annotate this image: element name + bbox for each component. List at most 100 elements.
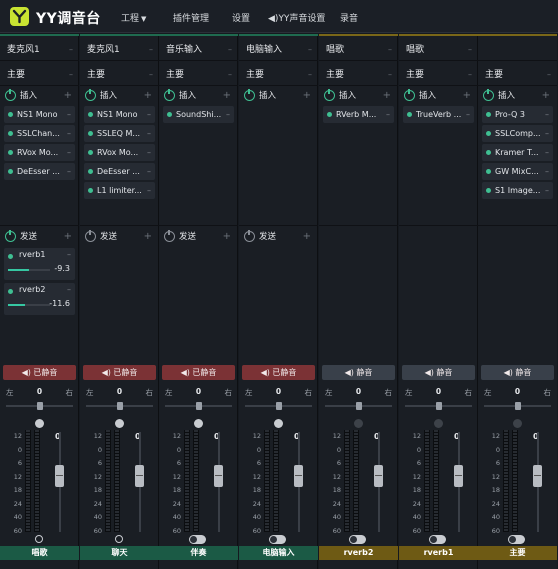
pan-slider-handle[interactable]: [436, 402, 442, 410]
menu-plugins[interactable]: 插件管理: [173, 11, 209, 24]
minus-icon[interactable]: –: [67, 106, 71, 123]
minus-icon[interactable]: –: [147, 163, 151, 180]
power-icon[interactable]: [483, 89, 494, 101]
monitor-knob[interactable]: [194, 419, 203, 428]
pan-slider-handle[interactable]: [37, 402, 43, 410]
minus-icon[interactable]: –: [67, 250, 71, 259]
plus-icon[interactable]: +: [223, 227, 231, 247]
volume-fader-handle[interactable]: [55, 465, 64, 487]
power-icon[interactable]: [244, 230, 255, 242]
power-icon[interactable]: [324, 89, 335, 101]
minus-icon[interactable]: –: [67, 125, 71, 142]
channel-toggle[interactable]: [429, 535, 446, 544]
channel-toggle[interactable]: [349, 535, 366, 544]
channel-name-select[interactable]: [478, 39, 557, 61]
pan-slider[interactable]: [86, 402, 153, 410]
send-slot[interactable]: rverb1 – -9.3: [4, 248, 75, 280]
insert-slot[interactable]: RVox Mo... –: [84, 144, 155, 161]
mute-button[interactable]: ◀) 静音: [402, 365, 475, 380]
minus-icon[interactable]: –: [545, 144, 549, 161]
send-level-slider[interactable]: [8, 269, 50, 271]
power-icon[interactable]: [85, 230, 96, 242]
mute-button[interactable]: ◀) 已静音: [83, 365, 156, 380]
plus-icon[interactable]: +: [144, 86, 152, 106]
insert-slot[interactable]: DeEsser ... –: [84, 163, 155, 180]
power-icon[interactable]: [5, 89, 16, 101]
monitor-knob[interactable]: [434, 419, 443, 428]
pan-slider[interactable]: [6, 402, 73, 410]
power-icon[interactable]: [85, 89, 96, 101]
minus-icon[interactable]: –: [147, 182, 151, 199]
insert-slot[interactable]: L1 limiter... –: [84, 182, 155, 199]
menu-project[interactable]: 工程 ▼: [121, 11, 146, 24]
power-icon[interactable]: [164, 89, 175, 101]
insert-slot[interactable]: RVox Mo... –: [4, 144, 75, 161]
send-level-slider[interactable]: [8, 304, 50, 306]
pan-slider[interactable]: [405, 402, 472, 410]
record-arm-icon[interactable]: [115, 535, 123, 543]
mute-button[interactable]: ◀) 已静音: [3, 365, 76, 380]
channel-output-select[interactable]: 主要 –: [478, 64, 557, 86]
pan-slider[interactable]: [245, 402, 312, 410]
insert-slot[interactable]: SSLComp... –: [482, 125, 553, 142]
channel-toggle[interactable]: [269, 535, 286, 544]
minus-icon[interactable]: –: [226, 106, 230, 123]
insert-slot[interactable]: TrueVerb ... –: [403, 106, 474, 123]
plus-icon[interactable]: +: [303, 227, 311, 247]
minus-icon[interactable]: –: [545, 106, 549, 123]
insert-slot[interactable]: RVerb M... –: [323, 106, 394, 123]
power-icon[interactable]: [244, 89, 255, 101]
minus-icon[interactable]: –: [67, 285, 71, 294]
mute-button[interactable]: ◀) 静音: [481, 365, 554, 380]
channel-output-select[interactable]: 主要 –: [159, 64, 238, 86]
record-arm-icon[interactable]: [35, 535, 43, 543]
insert-slot[interactable]: Kramer T... –: [482, 144, 553, 161]
volume-fader-handle[interactable]: [214, 465, 223, 487]
pan-slider-handle[interactable]: [356, 402, 362, 410]
channel-name-select[interactable]: 唱歌 –: [399, 39, 478, 61]
menu-settings[interactable]: 设置: [232, 11, 250, 24]
mute-button[interactable]: ◀) 静音: [322, 365, 395, 380]
plus-icon[interactable]: +: [64, 86, 72, 106]
pan-slider-handle[interactable]: [276, 402, 282, 410]
channel-output-select[interactable]: 主要 –: [319, 64, 398, 86]
volume-fader-handle[interactable]: [135, 465, 144, 487]
insert-slot[interactable]: Pro-Q 3 –: [482, 106, 553, 123]
minus-icon[interactable]: –: [545, 182, 549, 199]
minus-icon[interactable]: –: [545, 163, 549, 180]
channel-name-select[interactable]: 唱歌 –: [319, 39, 398, 61]
pan-slider-handle[interactable]: [117, 402, 123, 410]
monitor-knob[interactable]: [513, 419, 522, 428]
minus-icon[interactable]: –: [147, 125, 151, 142]
pan-slider[interactable]: [484, 402, 551, 410]
plus-icon[interactable]: +: [144, 227, 152, 247]
channel-output-select[interactable]: 主要 –: [80, 64, 159, 86]
power-icon[interactable]: [5, 230, 16, 242]
mute-button[interactable]: ◀) 已静音: [242, 365, 315, 380]
plus-icon[interactable]: +: [303, 86, 311, 106]
plus-icon[interactable]: +: [64, 227, 72, 247]
channel-output-select[interactable]: 主要 –: [399, 64, 478, 86]
pan-slider[interactable]: [165, 402, 232, 410]
channel-output-select[interactable]: 主要 –: [0, 64, 79, 86]
volume-fader-handle[interactable]: [374, 465, 383, 487]
pan-slider-handle[interactable]: [196, 402, 202, 410]
channel-name-select[interactable]: 麦克风1 –: [80, 39, 159, 61]
channel-name-select[interactable]: 电脑输入 –: [239, 39, 318, 61]
channel-output-select[interactable]: 主要 –: [239, 64, 318, 86]
insert-slot[interactable]: SoundShi... –: [163, 106, 234, 123]
plus-icon[interactable]: +: [223, 86, 231, 106]
monitor-knob[interactable]: [35, 419, 44, 428]
send-slot[interactable]: rverb2 – -11.6: [4, 283, 75, 315]
menu-record[interactable]: 录音: [340, 11, 358, 24]
pan-slider-handle[interactable]: [515, 402, 521, 410]
volume-fader-handle[interactable]: [454, 465, 463, 487]
minus-icon[interactable]: –: [147, 144, 151, 161]
power-icon[interactable]: [164, 230, 175, 242]
monitor-knob[interactable]: [115, 419, 124, 428]
channel-name-select[interactable]: 麦克风1 –: [0, 39, 79, 61]
insert-slot[interactable]: DeEsser ... –: [4, 163, 75, 180]
minus-icon[interactable]: –: [147, 106, 151, 123]
plus-icon[interactable]: +: [383, 86, 391, 106]
volume-fader-handle[interactable]: [294, 465, 303, 487]
